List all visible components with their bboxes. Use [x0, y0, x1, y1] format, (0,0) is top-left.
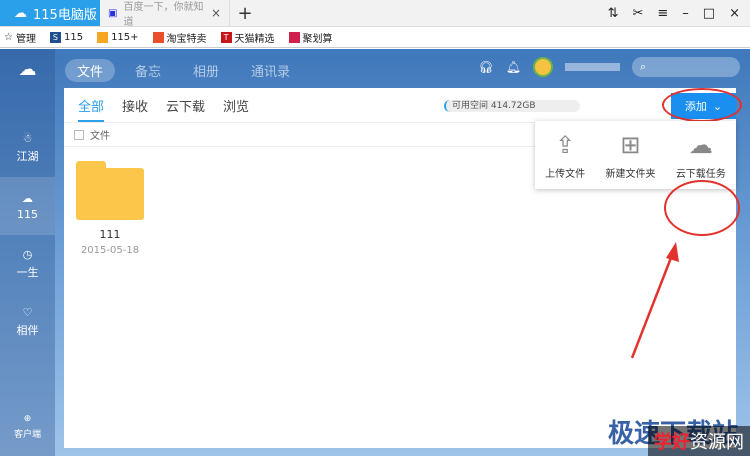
- menu-cloud-download-task[interactable]: ☁ 云下载任务: [676, 131, 726, 180]
- browser-tabbar: ☁ 115电脑版 ▣ 百度一下，你就知道 × + ⇅ ✂ ≡ – □ ×: [0, 0, 750, 28]
- heart-icon: ♡: [22, 306, 33, 319]
- nav-contacts[interactable]: 通讯录: [239, 59, 302, 82]
- app-window: ☁ ☃ 江湖 ☁ 115 ◷ 一生 ♡ 相伴 ⊕ 客户端 文件 备忘 相册 通讯录 🎧︎ …: [0, 49, 750, 456]
- upload-icon: ⇪: [555, 130, 576, 159]
- juhuasuan-icon: [288, 31, 300, 43]
- avatar[interactable]: [533, 57, 553, 77]
- column-header-file: 文件: [90, 131, 110, 142]
- storage-space: 可用空间 414.72GB: [444, 100, 580, 112]
- sidebar-item-115[interactable]: ☁ 115: [0, 177, 55, 235]
- add-menu: ⇪ 上传文件 ⊞ 新建文件夹 ☁ 云下载任务: [535, 121, 736, 189]
- menu-new-folder[interactable]: ⊞ 新建文件夹: [605, 131, 655, 180]
- tab-baidu[interactable]: ▣ 百度一下，你就知道 ×: [100, 0, 230, 28]
- download-icon: ⊕: [23, 414, 32, 424]
- tab-received[interactable]: 接收: [122, 96, 148, 122]
- menu-upload-file[interactable]: ⇪ 上传文件: [545, 131, 585, 180]
- cloud-add-icon[interactable]: ☁: [0, 49, 55, 89]
- bookmark-115plus[interactable]: 115+: [97, 31, 139, 43]
- cloud-download-icon: ☁: [688, 130, 713, 159]
- cloud-icon: ☁: [14, 5, 27, 21]
- sidebar-client[interactable]: ⊕ 客户端: [0, 398, 55, 456]
- search-icon: ⌕: [640, 60, 647, 73]
- star-icon: ☆: [4, 31, 13, 43]
- headphones-icon[interactable]: 🎧︎: [479, 60, 494, 74]
- select-all-checkbox[interactable]: [74, 129, 84, 140]
- bell-icon[interactable]: 🔔︎: [506, 60, 521, 74]
- cloud-icon: ☁: [22, 191, 33, 205]
- bookmark-115[interactable]: S 115: [49, 31, 83, 43]
- bookmark-tmall[interactable]: T 天猫精选: [220, 30, 275, 45]
- tab-browse[interactable]: 浏览: [223, 96, 249, 122]
- baidu-icon: ▣: [108, 7, 118, 19]
- username[interactable]: [565, 63, 620, 71]
- search-input[interactable]: ⌕: [632, 57, 740, 77]
- bookmark-manage[interactable]: ☆ 管理: [4, 30, 36, 45]
- nav-files[interactable]: 文件: [65, 59, 116, 82]
- bookmark-juhuasuan[interactable]: 聚划算: [288, 30, 333, 45]
- file-panel: 全部 接收 云下载 浏览 可用空间 414.72GB 添加 ⌄ 文件 111 20…: [64, 88, 742, 448]
- sidebar-item-jianghu[interactable]: ☃ 江湖: [0, 119, 55, 177]
- scissors-icon[interactable]: ✂: [632, 6, 643, 21]
- close-tab-icon[interactable]: ×: [211, 6, 221, 20]
- watermark-badge: 学好资源网: [648, 426, 750, 456]
- clock-icon: ◷: [22, 248, 33, 261]
- annotation-circle: [664, 180, 740, 236]
- maximize-button[interactable]: □: [703, 6, 715, 21]
- sort-icon[interactable]: ⇅: [608, 6, 619, 21]
- menu-icon[interactable]: ≡: [657, 6, 668, 21]
- sidebar: ☁ ☃ 江湖 ☁ 115 ◷ 一生 ♡ 相伴 ⊕ 客户端: [0, 49, 55, 456]
- s-icon: S: [49, 31, 61, 43]
- taobao-icon: [152, 31, 164, 43]
- nav-album[interactable]: 相册: [181, 59, 231, 82]
- cloud-icon: [97, 31, 109, 43]
- folder-item[interactable]: 111 2015-05-18: [76, 160, 144, 256]
- sidebar-item-yisheng[interactable]: ◷ 一生: [0, 235, 55, 293]
- bookmark-bar: ☆ 管理 S 115 115+ 淘宝特卖 T 天猫精选 聚划算: [0, 27, 750, 48]
- nav-memo[interactable]: 备忘: [123, 59, 173, 82]
- tab-115[interactable]: ☁ 115电脑版: [0, 0, 100, 26]
- tab-cloud-download[interactable]: 云下载: [166, 96, 205, 122]
- top-nav: 文件 备忘 相册 通讯录: [65, 59, 302, 82]
- folder-icon: [76, 161, 144, 220]
- bookmark-taobao[interactable]: 淘宝特卖: [152, 30, 207, 45]
- annotation-arrow: [630, 242, 679, 359]
- sidebar-item-xiangban[interactable]: ♡ 相伴: [0, 293, 55, 351]
- new-tab-button[interactable]: +: [230, 0, 260, 26]
- annotation-circle: [662, 88, 742, 122]
- minimize-button[interactable]: –: [682, 6, 689, 21]
- ghost-icon: ☃: [22, 132, 33, 145]
- tab-all[interactable]: 全部: [78, 96, 105, 122]
- close-button[interactable]: ×: [729, 6, 740, 21]
- tmall-icon: T: [220, 31, 232, 43]
- new-folder-icon: ⊞: [620, 130, 641, 159]
